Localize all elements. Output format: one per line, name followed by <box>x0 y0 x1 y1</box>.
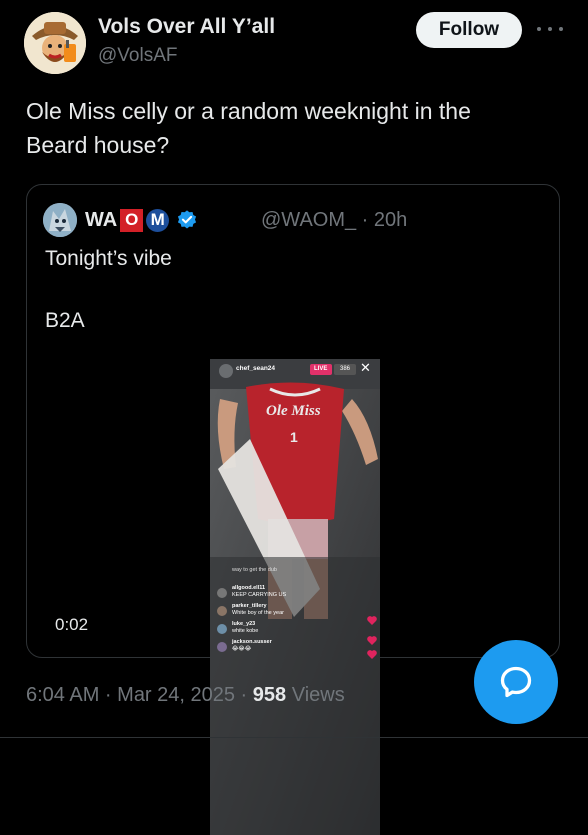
divider <box>0 737 588 738</box>
video-viewer-count: 386 <box>340 366 351 372</box>
comment-user: jackson.susser <box>232 639 272 645</box>
video-jersey-text: Ole Miss <box>266 403 321 419</box>
video-streamer-name: chef_sean24 <box>236 365 276 372</box>
views-label: Views <box>286 684 345 706</box>
comment-text: white kobe <box>232 628 259 634</box>
dot <box>548 27 552 31</box>
quoted-name-o-block: O <box>120 208 144 232</box>
comment-text: White boy of the year <box>232 610 284 616</box>
wolf-mascot-icon <box>43 203 77 237</box>
video-timer: 0:02 <box>55 615 89 634</box>
quoted-tweet-card[interactable]: WA O M @WAOM_ · 20h Tonight’s vibe B2A c… <box>26 184 560 835</box>
quoted-handle-and-time: @WAOM_ · 20h <box>261 208 408 231</box>
tweet-text: Ole Miss celly or a random weeknight in … <box>26 98 471 158</box>
comment-text: way to get the dub <box>232 567 277 573</box>
comment-text: 😂😂😂 <box>232 646 252 652</box>
views-count: 958 <box>252 684 287 706</box>
author-display-name[interactable]: Vols Over All Y’all <box>98 15 275 39</box>
video-close-icon: ✕ <box>360 361 371 376</box>
author-avatar[interactable] <box>24 12 86 74</box>
video-comment: jackson.susser 😂😂😂 <box>232 639 272 653</box>
author-handle[interactable]: @VolsAF <box>98 45 177 67</box>
dot <box>537 27 541 31</box>
quoted-name-prefix: WA <box>85 208 118 231</box>
video-comment: luke_y23 white kobe <box>232 621 258 635</box>
reply-fab-button[interactable] <box>474 640 558 724</box>
tweet-meta: 6:04 AM · Mar 24, 2025 · 958 Views <box>26 684 345 707</box>
quoted-name-m-block: M <box>146 208 170 232</box>
video-comment: way to get the dub <box>232 567 277 573</box>
cartoon-mascot-avatar-icon <box>24 12 86 74</box>
follow-button[interactable]: Follow <box>416 12 522 48</box>
comment-user: luke_y23 <box>232 621 256 627</box>
quoted-author-avatar[interactable] <box>43 203 77 237</box>
tweet-timestamp: 6:04 AM · Mar 24, 2025 · <box>26 684 253 706</box>
video-jersey-number: 1 <box>290 429 298 445</box>
verified-badge-icon <box>178 210 197 229</box>
quoted-text-line: B2A <box>45 309 85 332</box>
quoted-author-name[interactable]: WA O M <box>85 205 198 235</box>
reply-bubble-icon <box>500 666 532 698</box>
comment-user: parker_tillery <box>232 603 267 609</box>
video-live-badge: LIVE <box>314 366 328 372</box>
quoted-video[interactable]: chef_sean24 LIVE 386 ✕ Ole Miss 1 way to… <box>210 359 380 835</box>
more-options-icon[interactable] <box>537 22 563 36</box>
quoted-text-line: Tonight’s vibe <box>45 247 172 270</box>
comment-text: KEEP CARRYING US <box>232 592 287 598</box>
video-comment: allgood.ell11 KEEP CARRYING US <box>232 585 286 599</box>
comment-user: allgood.ell11 <box>232 585 266 591</box>
video-comment: parker_tillery White boy of the year <box>232 603 284 617</box>
dot <box>559 27 563 31</box>
